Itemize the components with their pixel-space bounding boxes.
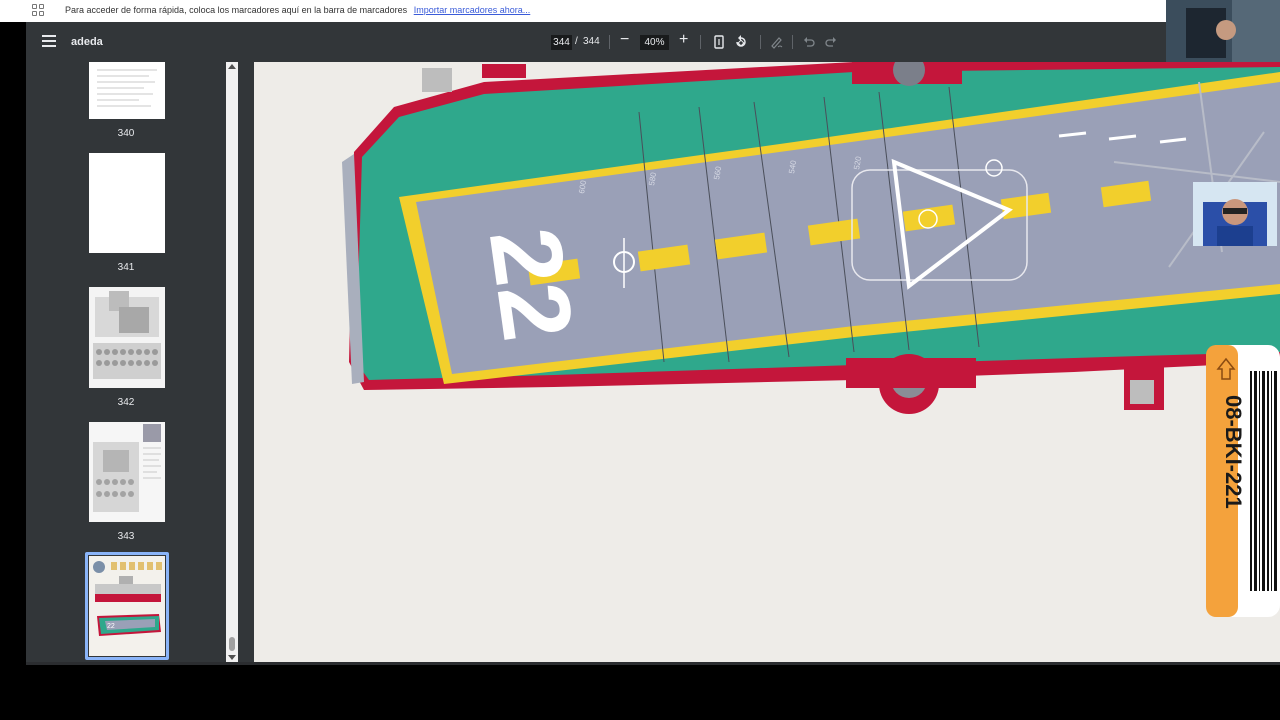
deck-number: 22 — [468, 221, 594, 347]
undo-icon[interactable] — [801, 34, 817, 50]
thumbnail-page-343[interactable] — [89, 422, 165, 522]
toolbar-divider — [760, 35, 761, 49]
document-viewer[interactable]: 22 600 580 560 540 520 — [254, 62, 1280, 664]
page-number-input[interactable]: 344 — [551, 35, 572, 50]
bookmarks-bar: Para acceder de forma rápida, coloca los… — [26, 0, 1166, 22]
menu-icon[interactable] — [42, 35, 56, 47]
window-edge — [0, 22, 26, 666]
library-code: 08-BKI-221 — [1221, 395, 1246, 509]
bookmarks-message: Para acceder de forma rápida, coloca los… — [65, 5, 530, 15]
pdf-toolbar: adeda 344 / 344 − 40% + — [26, 22, 1280, 62]
sidebar-gap — [238, 62, 254, 664]
thumbnail-page-344[interactable]: 22 — [89, 556, 165, 656]
toolbar-divider — [609, 35, 610, 49]
page-total: 344 — [583, 36, 600, 47]
scrollbar-thumb[interactable] — [229, 637, 235, 651]
scroll-up-icon[interactable] — [228, 64, 236, 69]
zoom-input[interactable]: 40% — [640, 35, 669, 50]
apps-icon[interactable] — [32, 4, 44, 16]
bookmarks-hint: Para acceder de forma rápida, coloca los… — [65, 5, 408, 15]
sidebar-scrollbar[interactable] — [226, 62, 238, 664]
toolbar-divider — [700, 35, 701, 49]
redo-icon[interactable] — [823, 34, 839, 50]
thumbnail-label: 340 — [117, 128, 135, 139]
carrier-drawing: 22 600 580 560 540 520 — [342, 62, 1280, 414]
scroll-down-icon[interactable] — [228, 655, 236, 660]
thumbnail-label: 342 — [117, 397, 135, 408]
rotate-icon[interactable] — [733, 34, 749, 50]
thumbnail-label: 343 — [117, 531, 135, 542]
webcam-overlay-top — [1166, 0, 1280, 62]
thumbnail-page-341[interactable] — [89, 153, 165, 253]
document-title: adeda — [71, 36, 103, 48]
annotate-icon[interactable] — [769, 34, 785, 50]
fit-page-icon[interactable] — [711, 34, 727, 50]
bookmarks-bar-left — [0, 0, 26, 22]
toolbar-divider — [792, 35, 793, 49]
zoom-out-button[interactable]: − — [620, 31, 629, 49]
thumbnail-label: 341 — [117, 262, 135, 273]
page-separator: / — [575, 36, 578, 47]
thumbnail-sidebar: 340 341 342 343 22 — [26, 62, 226, 664]
webcam-overlay — [1193, 182, 1277, 246]
thumbnail-page-340[interactable] — [89, 62, 165, 119]
thumbnail-page-342[interactable] — [89, 287, 165, 388]
viewer-bottom-border — [26, 662, 1280, 665]
screen: Para acceder de forma rápida, coloca los… — [0, 0, 1280, 720]
import-bookmarks-link[interactable]: Importar marcadores ahora... — [414, 5, 531, 15]
library-tag: 08-BKI-221 — [1206, 345, 1280, 617]
zoom-in-button[interactable]: + — [679, 31, 688, 49]
svg-text:22: 22 — [107, 623, 115, 630]
